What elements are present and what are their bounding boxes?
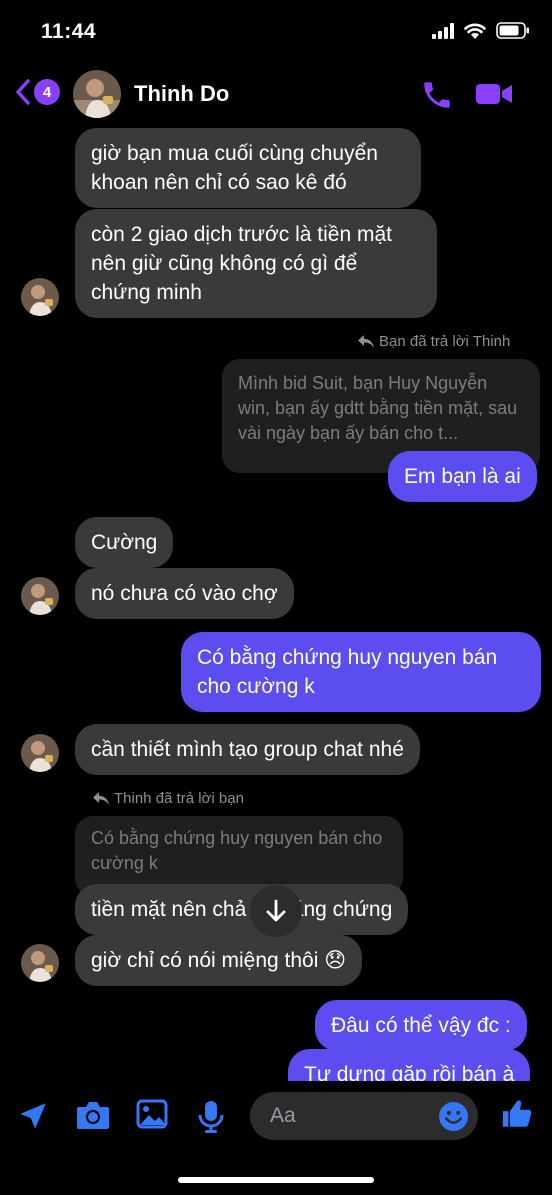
message-list[interactable]: giờ bạn mua cuối cùng chuyển khoan nên c…: [0, 126, 552, 1081]
smiley-icon: [439, 1102, 468, 1131]
home-indicator[interactable]: [178, 1177, 374, 1183]
message-bubble[interactable]: Đâu có thể vậy đc :: [315, 1000, 527, 1051]
video-camera-icon: [476, 84, 512, 104]
status-icons: [432, 22, 530, 39]
avatar[interactable]: [21, 577, 59, 615]
camera-icon: [77, 1102, 109, 1129]
reply-indicator: Bạn đã trả lời Thinh: [358, 333, 510, 350]
status-bar: 11:44: [0, 0, 552, 64]
composer-bar: [0, 1081, 552, 1151]
avatar[interactable]: [21, 278, 59, 316]
contact-avatar[interactable]: [73, 70, 121, 118]
location-arrow-icon: [20, 1103, 46, 1129]
message-bubble[interactable]: Cường: [75, 517, 174, 568]
phone-icon: [424, 82, 450, 108]
chevron-left-icon: [16, 79, 30, 105]
message-bubble[interactable]: còn 2 giao dịch trước là tiền mặt nên gi…: [75, 209, 437, 318]
message-bubble[interactable]: nó chưa có vào chợ: [75, 568, 294, 619]
message-bubble[interactable]: tiền mặt nên chả có bằng chứng: [75, 884, 409, 935]
message-input[interactable]: [270, 1092, 440, 1140]
thumbs-up-icon: [502, 1100, 532, 1127]
video-call-button[interactable]: [474, 80, 514, 113]
message-bubble[interactable]: Có bằng chứng huy nguyen bán cho cường k: [181, 632, 541, 712]
battery-icon: [496, 22, 529, 39]
unread-count-badge: 4: [34, 79, 60, 105]
image-icon: [136, 1099, 168, 1129]
message-bubble[interactable]: Tự dưng gặp rồi bán à: [288, 1049, 531, 1081]
avatar[interactable]: [21, 734, 59, 772]
voice-button[interactable]: [197, 1099, 225, 1138]
scroll-to-bottom-button[interactable]: [250, 885, 302, 937]
reply-indicator-text: Bạn đã trả lời Thinh: [379, 333, 511, 350]
back-button[interactable]: 4: [14, 78, 60, 106]
emoji-button[interactable]: [438, 1101, 469, 1137]
signal-icon: [432, 22, 454, 39]
chat-header: 4 Thinh Do: [0, 64, 552, 126]
reply-indicator-text: Thinh đã trả lời bạn: [114, 790, 244, 807]
reply-indicator: Thinh đã trả lời bạn: [93, 790, 244, 807]
reply-icon: [358, 335, 374, 348]
status-time: 11:44: [41, 20, 97, 43]
audio-call-button[interactable]: [420, 78, 454, 117]
message-bubble[interactable]: giờ chỉ có nói miệng thôi 😞: [75, 935, 363, 986]
message-bubble[interactable]: giờ bạn mua cuối cùng chuyển khoan nên c…: [75, 128, 421, 208]
avatar[interactable]: [21, 944, 59, 982]
contact-name[interactable]: Thinh Do: [134, 81, 229, 107]
camera-button[interactable]: [75, 1099, 111, 1136]
reply-icon: [93, 792, 109, 805]
wifi-icon: [464, 23, 486, 39]
like-button[interactable]: [500, 1097, 534, 1136]
location-button[interactable]: [16, 1099, 50, 1138]
message-bubble[interactable]: cần thiết mình tạo group chat nhé: [75, 724, 420, 775]
arrow-down-icon: [266, 899, 286, 922]
message-input-container[interactable]: [250, 1092, 478, 1140]
microphone-icon: [198, 1101, 224, 1133]
gallery-button[interactable]: [136, 1099, 168, 1134]
message-bubble[interactable]: Em bạn là ai: [388, 451, 537, 502]
